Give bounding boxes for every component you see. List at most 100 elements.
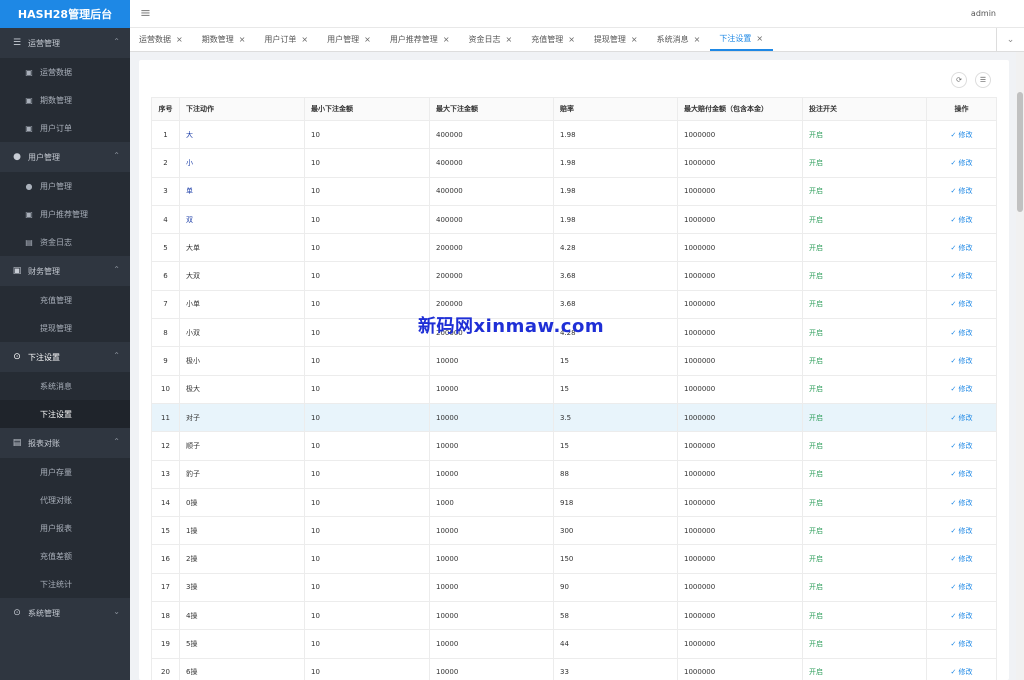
sidebar-item-4-0[interactable]: 用户存量 <box>0 458 130 486</box>
sidebar-item-label: 用户管理 <box>40 181 72 191</box>
edit-link[interactable]: 修改 <box>959 668 973 676</box>
sidebar-item-2-0[interactable]: 充值管理 <box>0 286 130 314</box>
status-badge: 开启 <box>809 470 823 479</box>
edit-link[interactable]: 修改 <box>959 131 973 139</box>
edit-link[interactable]: 修改 <box>959 442 973 450</box>
table-cell[interactable]: ✓ 修改 <box>926 431 997 461</box>
table-cell[interactable]: ✓ 修改 <box>926 176 997 206</box>
table-cell[interactable]: ✓ 修改 <box>926 119 997 150</box>
edit-link[interactable]: 修改 <box>959 527 973 535</box>
columns-icon[interactable]: ☰ <box>975 72 991 88</box>
table-cell[interactable]: ✓ 修改 <box>926 572 997 603</box>
table-cell: 10000 <box>429 572 554 603</box>
table-cell: 5 <box>151 233 180 263</box>
table-cell[interactable]: ✓ 修改 <box>926 629 997 659</box>
sidebar-item-3-0[interactable]: 系统消息 <box>0 372 130 400</box>
edit-link[interactable]: 修改 <box>959 499 973 507</box>
close-icon[interactable]: × <box>631 35 638 44</box>
tab-1[interactable]: 期数管理 × <box>193 28 256 51</box>
table-cell[interactable]: ✓ 修改 <box>926 459 997 489</box>
table-cell[interactable]: ✓ 修改 <box>926 374 997 404</box>
status-badge: 开启 <box>809 526 823 535</box>
page-scrollbar[interactable] <box>1016 52 1024 680</box>
edit-link[interactable]: 修改 <box>959 357 973 365</box>
table-cell[interactable]: ✓ 修改 <box>926 318 997 348</box>
close-icon[interactable]: × <box>176 35 183 44</box>
table-cell[interactable]: ✓ 修改 <box>926 233 997 263</box>
tab-6[interactable]: 充值管理 × <box>522 28 585 51</box>
table-cell[interactable]: ✓ 修改 <box>926 601 997 631</box>
sidebar-group-3[interactable]: ⊙ 下注设置 ⌃ <box>0 342 130 372</box>
close-icon[interactable]: × <box>694 35 701 44</box>
edit-link[interactable]: 修改 <box>959 385 973 393</box>
edit-link[interactable]: 修改 <box>959 300 973 308</box>
close-icon[interactable]: × <box>364 35 371 44</box>
tab-7[interactable]: 提现管理 × <box>585 28 648 51</box>
close-icon[interactable]: × <box>239 35 246 44</box>
refresh-icon[interactable]: ⟳ <box>951 72 967 88</box>
tab-3[interactable]: 用户管理 × <box>318 28 381 51</box>
cell-text: 1.98 <box>560 158 576 167</box>
table-cell[interactable]: ✓ 修改 <box>926 148 997 178</box>
status-badge: 开启 <box>809 300 823 309</box>
status-badge: 开启 <box>809 385 823 394</box>
scrollbar-thumb[interactable] <box>1017 92 1023 212</box>
edit-link[interactable]: 修改 <box>959 329 973 337</box>
tab-0[interactable]: 运营数据 × <box>130 28 193 51</box>
table-cell[interactable]: ✓ 修改 <box>926 261 997 291</box>
table-cell[interactable]: ✓ 修改 <box>926 544 997 574</box>
sidebar-group-2[interactable]: ▣ 财务管理 ⌃ <box>0 256 130 286</box>
table-cell[interactable]: ✓ 修改 <box>926 346 997 376</box>
tab-9[interactable]: 下注设置 × <box>710 28 774 51</box>
close-icon[interactable]: × <box>568 35 575 44</box>
sidebar-item-1-1[interactable]: ▣ 用户推荐管理 <box>0 200 130 228</box>
sidebar-group-0[interactable]: ☰ 运营管理 ⌃ <box>0 28 130 58</box>
sidebar-item-3-1[interactable]: 下注设置 <box>0 400 130 428</box>
sidebar-item-4-3[interactable]: 充值差额 <box>0 542 130 570</box>
close-icon[interactable]: × <box>756 34 763 43</box>
table-cell[interactable]: ✓ 修改 <box>926 657 997 680</box>
edit-link[interactable]: 修改 <box>959 583 973 591</box>
table-cell[interactable]: ✓ 修改 <box>926 402 997 433</box>
check-icon: ✓ <box>950 413 959 422</box>
table-cell[interactable]: ✓ 修改 <box>926 516 997 546</box>
tab-5[interactable]: 资金日志 × <box>460 28 523 51</box>
edit-link[interactable]: 修改 <box>959 159 973 167</box>
sidebar-item-1-0[interactable]: ● 用户管理 <box>0 172 130 200</box>
sidebar-item-0-2[interactable]: ▣ 用户订单 <box>0 114 130 142</box>
edit-link[interactable]: 修改 <box>959 555 973 563</box>
sidebar-item-4-1[interactable]: 代理对账 <box>0 486 130 514</box>
sidebar-item-0-1[interactable]: ▣ 期数管理 <box>0 86 130 114</box>
sidebar-item-4-2[interactable]: 用户报表 <box>0 514 130 542</box>
user-menu[interactable]: admin <box>971 9 996 18</box>
table-cell[interactable]: ✓ 修改 <box>926 487 997 518</box>
tab-8[interactable]: 系统消息 × <box>648 28 711 51</box>
tab-4[interactable]: 用户推荐管理 × <box>381 28 460 51</box>
cell-text: 1000000 <box>684 413 716 422</box>
edit-link[interactable]: 修改 <box>959 187 973 195</box>
cell-text: 10 <box>311 187 320 196</box>
sidebar-group-1[interactable]: ● 用户管理 ⌃ <box>0 142 130 172</box>
edit-link[interactable]: 修改 <box>959 640 973 648</box>
table-cell[interactable]: ✓ 修改 <box>926 289 997 320</box>
sidebar-group-5[interactable]: ⊙ 系统管理 ⌄ <box>0 598 130 628</box>
edit-link[interactable]: 修改 <box>959 272 973 280</box>
edit-link[interactable]: 修改 <box>959 612 973 620</box>
sidebar-item-0-0[interactable]: ▣ 运营数据 <box>0 58 130 86</box>
sidebar-item-1-2[interactable]: ▤ 资金日志 <box>0 228 130 256</box>
sidebar-item-2-1[interactable]: 提现管理 <box>0 314 130 342</box>
hamburger-menu-icon[interactable]: ≡ <box>140 6 151 21</box>
edit-link[interactable]: 修改 <box>959 414 973 422</box>
chevron-down-icon[interactable]: ⌄ <box>996 28 1024 51</box>
edit-link[interactable]: 修改 <box>959 470 973 478</box>
edit-link[interactable]: 修改 <box>959 244 973 252</box>
tab-label: 运营数据 <box>139 35 171 44</box>
tab-2[interactable]: 用户订单 × <box>255 28 318 51</box>
table-cell[interactable]: ✓ 修改 <box>926 204 997 235</box>
close-icon[interactable]: × <box>443 35 450 44</box>
edit-link[interactable]: 修改 <box>959 216 973 224</box>
close-icon[interactable]: × <box>301 35 308 44</box>
sidebar-item-4-4[interactable]: 下注统计 <box>0 570 130 598</box>
sidebar-group-4[interactable]: ▤ 报表对账 ⌃ <box>0 428 130 458</box>
close-icon[interactable]: × <box>506 35 513 44</box>
